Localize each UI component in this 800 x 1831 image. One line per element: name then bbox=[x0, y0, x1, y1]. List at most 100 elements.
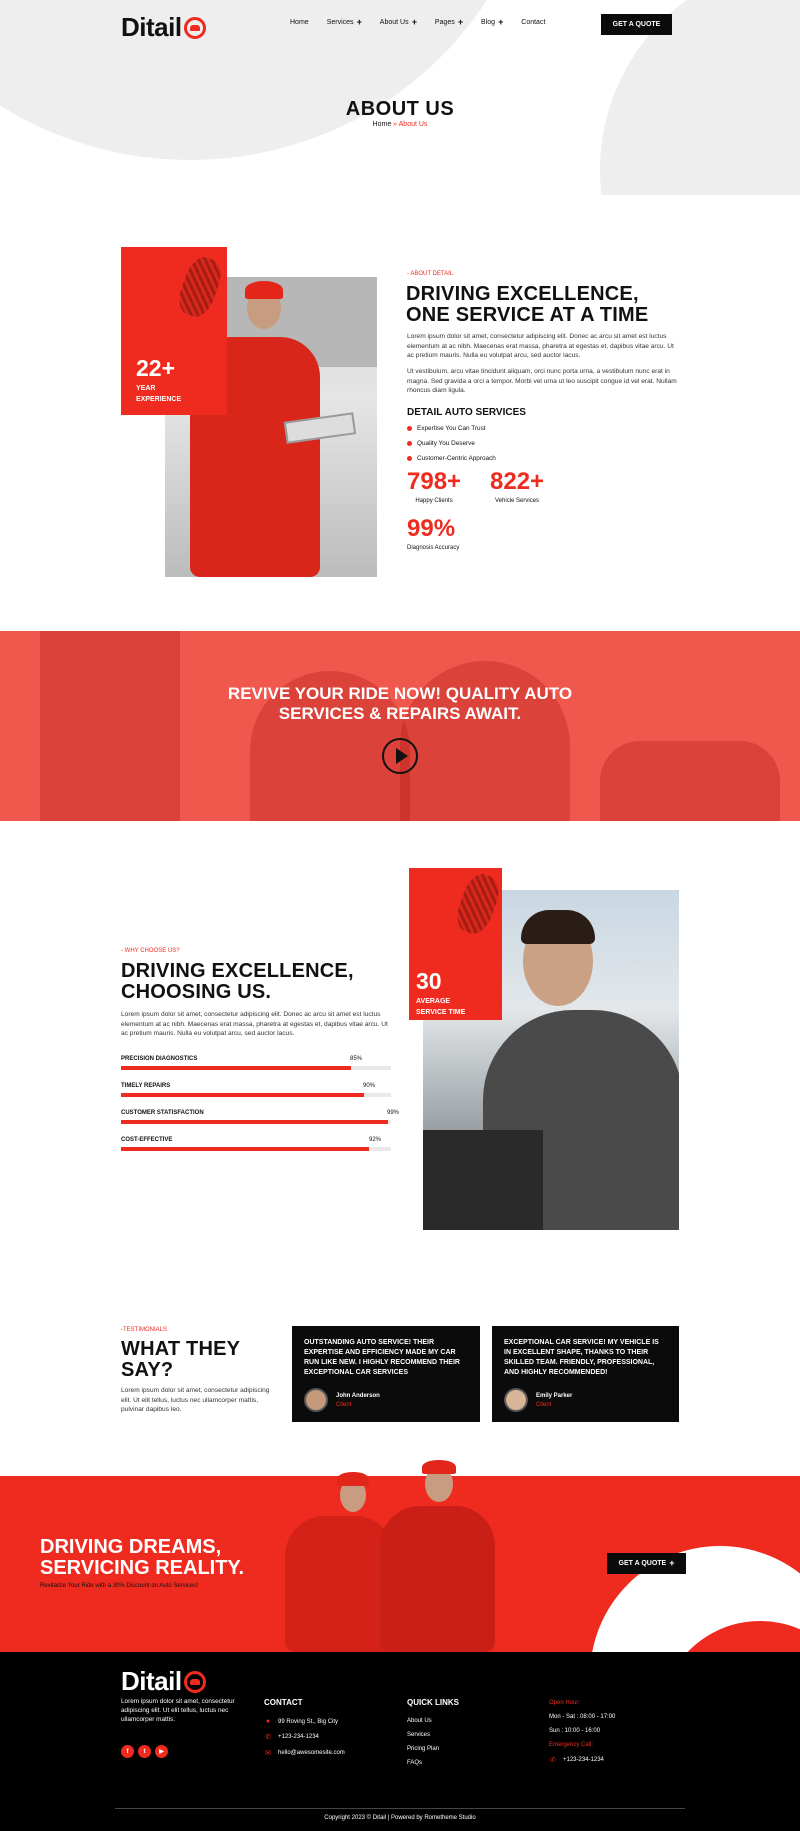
emergency-heading: Emergency Call: bbox=[549, 1742, 594, 1748]
banner-heading: REVIVE YOUR RIDE NOW! QUALITY AUTO SERVI… bbox=[0, 684, 800, 724]
footer-email[interactable]: ✉ hello@awesomesite.com bbox=[264, 1749, 345, 1757]
plus-icon: + bbox=[669, 1558, 675, 1568]
experience-badge: 22+ YEAR EXPERIENCE bbox=[121, 247, 227, 415]
skill-bar-track bbox=[121, 1147, 391, 1151]
testimonial-author: John Anderson Client bbox=[304, 1388, 468, 1412]
testimonial-card: EXCEPTIONAL CAR SERVICE! MY VEHICLE IS I… bbox=[492, 1326, 679, 1422]
phone-icon: ✆ bbox=[265, 1734, 271, 1741]
author-name: John Anderson bbox=[336, 1392, 380, 1399]
footer-divider bbox=[115, 1808, 685, 1809]
two-mechanics-photo bbox=[285, 1456, 495, 1652]
emergency-phone[interactable]: ✆ +123-234-1234 bbox=[549, 1756, 615, 1764]
list-item: Customer-Centric Approach bbox=[407, 455, 496, 462]
skill-bar-fill bbox=[121, 1147, 370, 1151]
about-heading-line-1: DRIVING EXCELLENCE, bbox=[406, 283, 639, 305]
footer-links-heading: QUICK LINKS bbox=[407, 1698, 459, 1707]
footer-link-services[interactable]: Services bbox=[407, 1732, 459, 1738]
testimonials-paragraph: Lorem ipsum dolor sit amet, consectetur … bbox=[121, 1387, 270, 1414]
site-logo[interactable]: Ditail bbox=[121, 12, 206, 43]
tire-track-icon bbox=[451, 869, 505, 939]
skill-bar: TIMELY REPAIRS 90% bbox=[121, 1083, 391, 1097]
open-hours-weekday: Mon - Sat : 08:00 - 17:00 bbox=[549, 1714, 616, 1720]
skill-bar: COST-EFFECTIVE 92% bbox=[121, 1137, 391, 1151]
stat-diagnosis-accuracy: 99% Diagnosis Accuracy bbox=[407, 515, 459, 551]
skill-bar-percent: 85% bbox=[350, 1056, 363, 1062]
copyright: Copyright 2023 © Ditail | Powered by Rom… bbox=[324, 1815, 476, 1821]
stat-label: Diagnosis Accuracy bbox=[407, 545, 460, 551]
footer-link-pricing-plan[interactable]: Pricing Plan bbox=[407, 1746, 459, 1752]
skill-bar-label: TIMELY REPAIRS bbox=[121, 1083, 171, 1089]
emergency-phone-text: +123-234-1234 bbox=[563, 1757, 604, 1763]
list-item-label: Expertise You Can Trust bbox=[417, 425, 486, 432]
play-video-button[interactable] bbox=[382, 738, 418, 774]
experience-label-2: EXPERIENCE bbox=[136, 396, 182, 403]
stat-label: Happy Clients bbox=[415, 498, 453, 504]
testimonials-heading-line-1: WHAT THEY bbox=[121, 1338, 241, 1360]
cta-subtitle: Revitalize Your Ride with a 30% Discount… bbox=[40, 1583, 199, 1589]
facebook-icon[interactable]: f bbox=[121, 1745, 134, 1758]
footer-quick-links: QUICK LINKS About Us Services Pricing Pl… bbox=[407, 1698, 459, 1774]
cta-heading-line-1: DRIVING DREAMS, bbox=[40, 1536, 222, 1558]
nav-item-blog[interactable]: Blog + bbox=[481, 17, 504, 27]
stat-label: Vehicle Services bbox=[495, 498, 540, 504]
footer-contact: CONTACT ● 99 Roving St., Big City ✆ +123-2… bbox=[264, 1698, 345, 1765]
cta-button-label: GET A QUOTE bbox=[618, 1560, 667, 1567]
nav-item-home[interactable]: Home bbox=[290, 19, 309, 26]
skill-bar-fill bbox=[121, 1120, 389, 1124]
experience-label-1: YEAR bbox=[136, 385, 156, 392]
footer-phone[interactable]: ✆ +123-234-1234 bbox=[264, 1733, 345, 1741]
skill-bar-percent: 90% bbox=[363, 1083, 376, 1089]
cta-get-quote-button[interactable]: GET A QUOTE + bbox=[607, 1553, 686, 1574]
logo-text: Ditail bbox=[121, 12, 182, 42]
map-pin-icon: ● bbox=[265, 1718, 271, 1725]
about-paragraph-1: Lorem ipsum dolor sit amet, consectetur … bbox=[407, 333, 674, 360]
services-list: Expertise You Can Trust Quality You Dese… bbox=[407, 425, 496, 470]
testimonial-quote: EXCEPTIONAL CAR SERVICE! MY VEHICLE IS I… bbox=[504, 1339, 659, 1376]
skill-bar-percent: 92% bbox=[369, 1137, 382, 1143]
stat-value: 822+ bbox=[490, 468, 545, 495]
nav-item-about-us[interactable]: About Us + bbox=[380, 18, 417, 27]
address-text: 99 Roving St., Big City bbox=[278, 1718, 339, 1725]
list-item: Expertise You Can Trust bbox=[407, 425, 496, 432]
footer-link-about-us[interactable]: About Us bbox=[407, 1718, 459, 1724]
main-nav: Home Services + About Us + Pages + Blog + Co… bbox=[290, 17, 545, 27]
footer-logo[interactable]: Ditail bbox=[121, 1666, 206, 1697]
nav-item-contact[interactable]: Contact bbox=[521, 19, 545, 26]
banner-heading-line-2: SERVICES & REPAIRS AWAIT. bbox=[278, 704, 522, 723]
list-item: Quality You Deserve bbox=[407, 440, 496, 447]
bullet-dot-icon bbox=[407, 426, 412, 431]
cta-heading: DRIVING DREAMS, SERVICING REALITY. bbox=[40, 1537, 244, 1579]
testimonials-heading: WHAT THEY SAY? bbox=[121, 1339, 240, 1381]
footer-about-text: Lorem ipsum dolor sit amet, consectetur … bbox=[121, 1698, 235, 1723]
email-text: hello@awesomesite.com bbox=[278, 1750, 345, 1756]
why-paragraph: Lorem ipsum dolor sit amet, consectetur … bbox=[121, 1011, 388, 1038]
nav-item-pages[interactable]: Pages + bbox=[435, 18, 463, 27]
list-item-label: Quality You Deserve bbox=[417, 440, 475, 447]
banner-heading-line-1: REVIVE YOUR RIDE NOW! QUALITY AUTO bbox=[227, 684, 573, 703]
skill-bar-label: COST-EFFECTIVE bbox=[121, 1137, 173, 1143]
average-label-2: SERVICE TIME bbox=[416, 1009, 466, 1016]
why-eyebrow: - WHY CHOOSE US? bbox=[121, 948, 180, 954]
about-eyebrow: - ABOUT DETAIL bbox=[407, 271, 454, 277]
testimonial-author: Emily Parker Client bbox=[504, 1388, 667, 1412]
youtube-icon[interactable]: ▶ bbox=[155, 1745, 168, 1758]
breadcrumb-home[interactable]: Home bbox=[373, 121, 392, 128]
twitter-icon[interactable]: t bbox=[138, 1745, 151, 1758]
skill-bar-label: CUSTOMER STATISFACTION bbox=[121, 1110, 204, 1116]
nav-item-services[interactable]: Services + bbox=[327, 18, 362, 27]
stat-happy-clients: 798+ Happy Clients bbox=[407, 468, 461, 504]
get-quote-button[interactable]: GET A QUOTE bbox=[601, 14, 672, 35]
plus-icon: + bbox=[498, 17, 504, 27]
open-hours-sunday: Sun : 10:00 - 16:00 bbox=[549, 1728, 601, 1734]
average-service-time-badge: 30 AVERAGE SERVICE TIME bbox=[409, 868, 505, 1020]
average-number: 30 bbox=[416, 968, 442, 994]
cta-heading-line-2: SERVICING REALITY. bbox=[40, 1557, 245, 1579]
footer-link-faqs[interactable]: FAQs bbox=[407, 1760, 459, 1766]
skill-bar-fill bbox=[121, 1093, 364, 1097]
envelope-icon: ✉ bbox=[265, 1750, 271, 1757]
author-role: Client bbox=[336, 1401, 352, 1408]
play-icon bbox=[395, 748, 408, 764]
skill-bar-track bbox=[121, 1093, 391, 1097]
why-heading-line-2: CHOOSING US. bbox=[121, 981, 272, 1003]
skill-bar-track bbox=[121, 1066, 391, 1070]
